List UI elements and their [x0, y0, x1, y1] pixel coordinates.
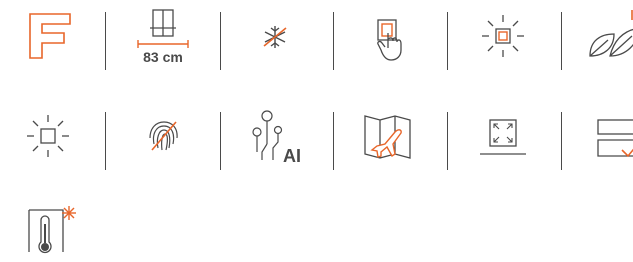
touch-control-icon — [355, 6, 425, 66]
fridge-width-icon: 83 cm — [128, 6, 198, 66]
separator — [561, 112, 562, 170]
energy-class-f-icon — [20, 6, 90, 66]
separator — [561, 12, 562, 70]
width-label: 83 cm — [143, 49, 183, 65]
led-light-icon — [468, 6, 538, 66]
ai-icon: AI — [240, 106, 310, 166]
holiday-mode-icon — [355, 106, 425, 166]
eco-leaf-icon — [580, 6, 633, 66]
separator — [333, 12, 334, 70]
separator — [220, 12, 221, 70]
no-frost-icon — [240, 6, 310, 66]
antibacterial-fingerprint-icon — [128, 106, 198, 166]
separator — [105, 12, 106, 70]
separator — [220, 112, 221, 170]
separator — [333, 112, 334, 170]
separator — [447, 12, 448, 70]
flat-door-design-icon — [468, 106, 538, 166]
separator — [105, 112, 106, 170]
fast-freeze-thermometer-icon — [15, 202, 85, 262]
shelf-check-icon — [580, 106, 633, 166]
ai-label: AI — [283, 146, 301, 166]
separator — [447, 112, 448, 170]
interior-light-icon — [13, 106, 83, 166]
